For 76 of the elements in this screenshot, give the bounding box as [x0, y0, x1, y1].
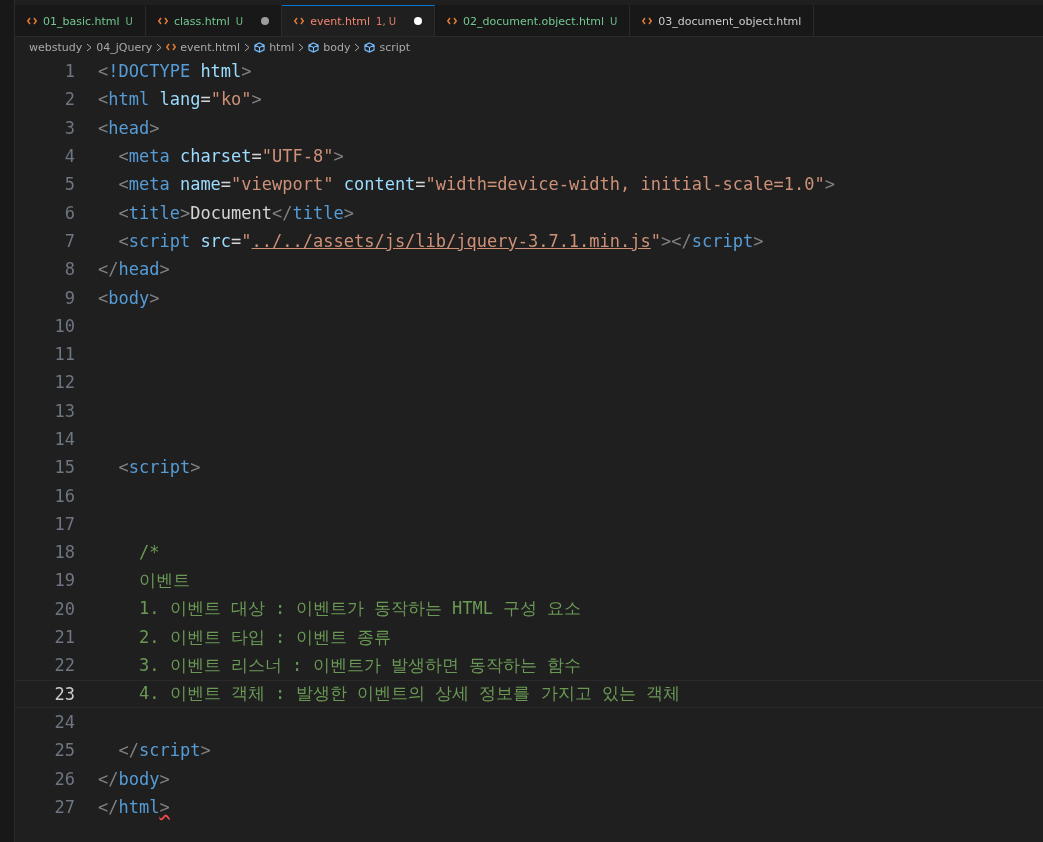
code-line: </html>: [98, 796, 170, 817]
line-number: 11: [53, 344, 76, 365]
line-number: 26: [53, 768, 76, 789]
line-number: 7: [63, 230, 76, 251]
code-line: </head>: [98, 259, 170, 280]
code-line: /*: [137, 542, 160, 563]
code-line: 이벤트: [137, 569, 190, 592]
tab-label: 02_document.object.html: [463, 14, 604, 28]
line-number: 18: [53, 542, 76, 563]
breadcrumb-item[interactable]: script: [379, 40, 411, 54]
html-file-icon: [294, 17, 305, 25]
code-line: </body>: [98, 768, 170, 789]
breadcrumb-item[interactable]: event.html: [180, 40, 241, 54]
code-line: 1. 이벤트 대상 : 이벤트가 동작하는 HTML 구성 요소: [137, 597, 582, 621]
cube-icon: [364, 41, 376, 53]
code-line: <meta name="viewport" content="width=device-width, initial-scale=1.0">: [117, 174, 836, 195]
breadcrumb-item[interactable]: html: [269, 40, 295, 54]
git-status: U: [235, 15, 244, 27]
line-number: 10: [53, 315, 76, 336]
code-line: <script>: [117, 457, 201, 478]
line-number: 22: [53, 655, 76, 676]
line-number: 24: [53, 711, 76, 732]
git-status: U: [610, 15, 618, 27]
line-number: 2: [63, 89, 76, 110]
line-number: 17: [53, 513, 76, 534]
code-line: <!DOCTYPE html>: [98, 61, 252, 82]
line-number: 3: [63, 117, 76, 138]
code-line: 2. 이벤트 타입 : 이벤트 종류: [137, 625, 391, 649]
chevron-icon: [86, 42, 93, 52]
line-number: 21: [53, 627, 76, 648]
line-number: 14: [53, 429, 76, 449]
tab-label: event.html: [310, 14, 370, 28]
chevron-icon: [354, 42, 361, 52]
code-line: 4. 이벤트 객체 : 발생한 이벤트의 상세 정보를 가지고 있는 객체: [137, 682, 680, 706]
tab-label: 03_document_object.html: [658, 14, 802, 28]
code-line: <body>: [98, 287, 160, 308]
chevron-icon: [244, 42, 251, 52]
breadcrumb-item[interactable]: webstudy: [29, 40, 83, 54]
editor-tab[interactable]: event.html 1, U: [282, 5, 436, 36]
html-file-icon: [166, 43, 177, 51]
line-number: 25: [53, 740, 76, 761]
line-number: 9: [63, 287, 76, 308]
chevron-icon: [156, 42, 163, 52]
git-status: 1, U: [376, 15, 397, 27]
tab-label: 01_basic.html: [43, 14, 120, 28]
code-line: </script>: [117, 740, 211, 761]
breadcrumb-item[interactable]: body: [323, 40, 351, 54]
cube-icon: [254, 41, 266, 53]
line-number: 5: [63, 174, 76, 195]
line-number: 12: [53, 372, 76, 393]
code-line: 3. 이벤트 리스너 : 이벤트가 발생하면 동작하는 함수: [137, 653, 582, 677]
html-file-icon: [642, 17, 653, 25]
html-file-icon: [27, 17, 37, 25]
line-number: 6: [63, 202, 76, 223]
line-number: 23: [53, 683, 76, 704]
code-line: <script src="../../assets/js/lib/jquery-3.7.1.min.js"></script>: [117, 230, 764, 251]
breadcrumb-item[interactable]: 04_jQuery: [96, 40, 153, 54]
chevron-icon: [298, 42, 305, 52]
line-number: 19: [53, 570, 76, 591]
code-line: <meta charset="UTF-8">: [117, 146, 344, 167]
code-line: <html lang="ko">: [98, 89, 262, 110]
line-number: 27: [53, 796, 76, 817]
line-number: 8: [63, 259, 76, 280]
line-number: 15: [53, 457, 76, 478]
line-number: 4: [63, 146, 76, 167]
line-number: 20: [53, 598, 76, 619]
git-status: U: [125, 15, 133, 27]
line-number: 1: [63, 61, 76, 82]
code-line: <title>Document</title>: [117, 202, 354, 223]
line-number: 16: [53, 485, 76, 506]
html-file-icon: [157, 17, 168, 25]
html-file-icon: [447, 17, 458, 25]
code-line: <head>: [98, 117, 160, 138]
line-number: 13: [53, 400, 76, 421]
cube-icon: [308, 41, 320, 53]
tab-label: class.html: [173, 14, 230, 28]
